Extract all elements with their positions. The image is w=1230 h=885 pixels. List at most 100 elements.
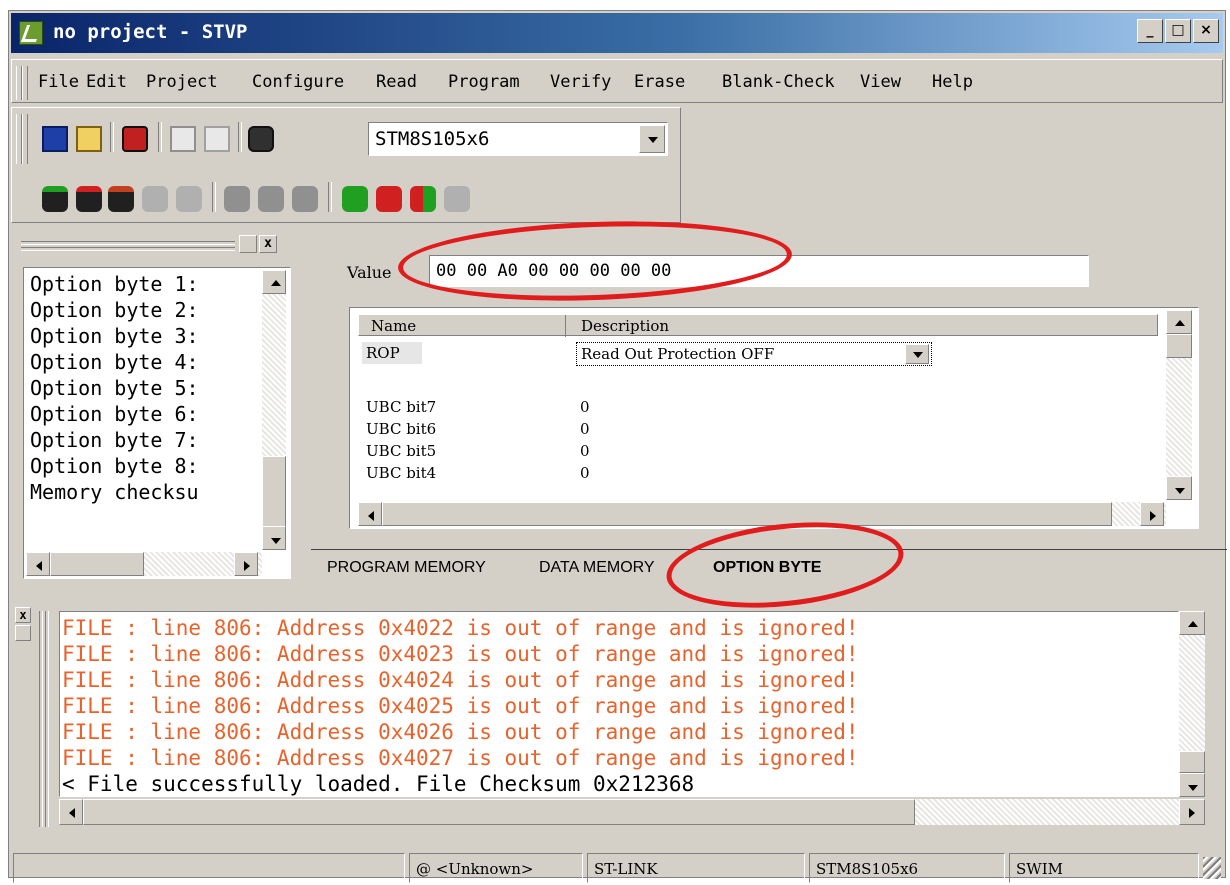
read-green-icon[interactable] [108,186,134,212]
output-scroll-up-button[interactable] [1179,611,1205,635]
output-vscroll-thumb[interactable] [1179,751,1205,773]
row-value[interactable]: 0 [580,442,590,460]
column-header-description[interactable]: Description [581,317,669,335]
program-gray2-icon[interactable] [258,186,284,212]
list-item[interactable]: Option byte 5: [30,376,199,400]
resize-grip[interactable] [1203,857,1221,879]
grid-scroll-up-button[interactable] [1166,310,1192,334]
output-scroll-left-button[interactable] [59,799,83,825]
green-chip-icon[interactable] [342,186,368,212]
option-byte-list-panel: x Option byte 1: Option byte 2: Option b… [11,231,301,587]
menubar-grip-2[interactable] [22,66,28,100]
row-value[interactable]: 0 [580,398,590,416]
output-scroll-down-button[interactable] [1179,773,1205,797]
scroll-up-button[interactable] [262,270,286,294]
column-divider[interactable] [565,315,566,337]
list-item[interactable]: Memory checksu [30,480,199,504]
close-button[interactable]: × [1193,19,1219,43]
open-icon[interactable] [76,126,102,152]
arrow-down-icon [1188,785,1198,791]
column-header-name[interactable]: Name [371,317,416,335]
panel-restore-button[interactable] [239,235,257,253]
menu-configure[interactable]: Configure [252,72,344,92]
device-icon[interactable] [248,126,274,152]
output-hscroll-thumb[interactable] [83,799,915,825]
output-restore-button[interactable] [15,625,31,641]
panel-grip-2[interactable] [21,247,235,251]
toolbar-grip-2[interactable] [22,114,28,164]
grid-vscroll-thumb[interactable] [1166,334,1192,358]
output-log[interactable]: FILE : line 806: Address 0x4022 is out o… [59,611,1179,797]
device-select-dropdown-button[interactable] [639,125,665,153]
row-name[interactable]: UBC bit5 [366,442,436,460]
red-chip-icon[interactable] [376,186,402,212]
list-item[interactable]: Option byte 7: [30,428,199,452]
row-value[interactable]: 0 [580,420,590,438]
output-grip-2[interactable] [45,611,49,827]
toolbar-separator-3 [238,122,242,152]
menu-verify[interactable]: Verify [550,72,611,92]
save-icon[interactable] [42,126,68,152]
menu-read[interactable]: Read [376,72,417,92]
output-grip[interactable] [39,611,43,827]
maximize-button[interactable]: □ [1165,19,1191,43]
list-item[interactable]: Option byte 4: [30,350,199,374]
grid-scroll-right-button[interactable] [1140,502,1164,526]
title-bar[interactable]: no project - STVP _ □ × [11,13,1223,53]
menu-file[interactable]: File [38,72,79,92]
menu-program[interactable]: Program [448,72,520,92]
verify-gray-icon[interactable] [176,186,202,212]
menu-edit[interactable]: Edit [86,72,127,92]
gray-chip-icon[interactable] [444,186,470,212]
scroll-left-button[interactable] [26,552,50,576]
list-item[interactable]: Option byte 8: [30,454,199,478]
menu-erase[interactable]: Erase [634,72,685,92]
program-gray-icon[interactable] [224,186,250,212]
program-gray3-icon[interactable] [292,186,318,212]
menu-bar: File Edit Project Configure Read Program… [11,59,1223,103]
row-name-rop[interactable]: ROP [366,344,400,362]
menu-project[interactable]: Project [146,72,218,92]
row-name[interactable]: UBC bit7 [366,398,436,416]
toolbar-separator-2 [158,122,162,152]
read-gray-icon[interactable] [142,186,168,212]
grid-hscroll-thumb[interactable] [382,502,1112,526]
grid-scroll-left-button[interactable] [358,502,382,526]
menu-help[interactable]: Help [932,72,973,92]
menu-blank-check[interactable]: Blank-Check [722,72,835,92]
menu-view[interactable]: View [860,72,901,92]
read-red-icon[interactable] [76,186,102,212]
grid-scroll-down-button[interactable] [1166,476,1192,500]
list-item[interactable]: Option byte 6: [30,402,199,426]
panel-grip[interactable] [21,241,235,245]
list-item[interactable]: Option byte 1: [30,272,199,296]
output-scroll-right-button[interactable] [1179,799,1205,825]
redgreen-chip-icon[interactable] [410,186,436,212]
list-hscroll-thumb[interactable] [50,552,144,576]
copy-icon[interactable] [170,126,196,152]
arrow-down-icon [271,538,281,544]
tab-program-memory[interactable]: PROGRAM MEMORY [327,559,486,577]
read-icon[interactable] [42,186,68,212]
arrow-up-icon [1188,621,1198,627]
minimize-button[interactable]: _ [1137,19,1163,43]
output-close-button[interactable]: x [15,607,31,623]
device-select[interactable]: STM8S105x6 [368,122,668,156]
scroll-down-button[interactable] [262,526,286,550]
rop-dropdown-button[interactable] [905,344,929,364]
row-value[interactable]: 0 [580,464,590,482]
tab-data-memory[interactable]: DATA MEMORY [539,559,655,577]
log-line: FILE : line 806: Address 0x4024 is out o… [62,668,859,692]
log-line: FILE : line 806: Address 0x4026 is out o… [62,720,859,744]
panel-close-button[interactable]: x [259,235,277,253]
list-item[interactable]: Option byte 3: [30,324,199,348]
list-item[interactable]: Option byte 2: [30,298,199,322]
paste-icon[interactable] [204,126,230,152]
project-icon[interactable] [122,126,148,152]
row-name[interactable]: UBC bit6 [366,420,436,438]
app-logo-icon [19,21,43,45]
scroll-right-button[interactable] [234,552,258,576]
rop-select[interactable]: Read Out Protection OFF [576,342,932,366]
row-name[interactable]: UBC bit4 [366,464,436,482]
option-byte-list[interactable]: Option byte 1: Option byte 2: Option byt… [23,267,291,579]
